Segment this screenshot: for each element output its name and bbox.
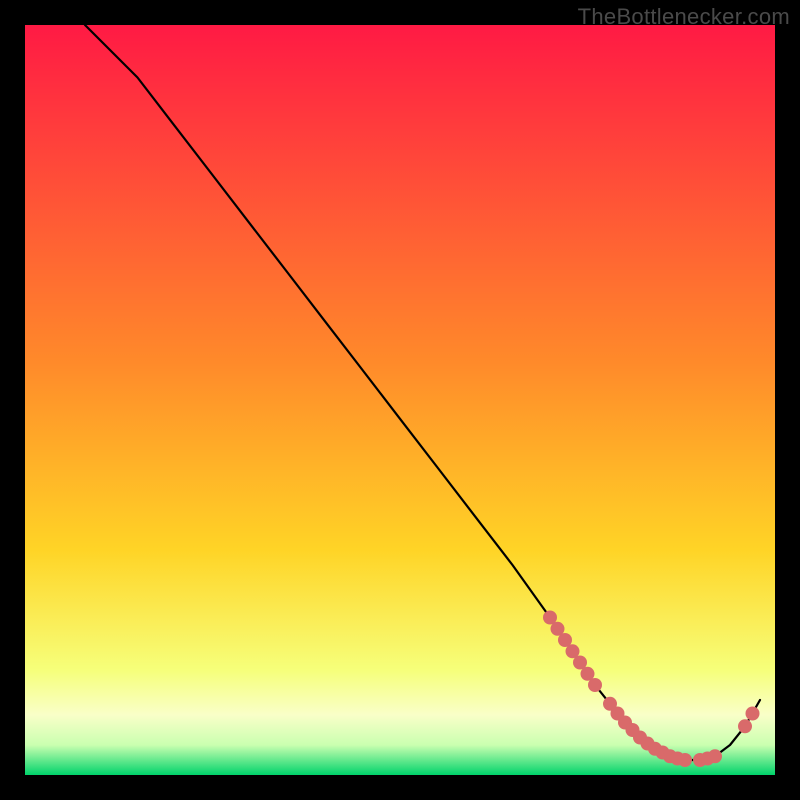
highlight-dot — [588, 678, 602, 692]
bottleneck-chart — [0, 0, 800, 800]
watermark-text: TheBottlenecker.com — [578, 4, 790, 30]
highlight-dot — [678, 753, 692, 767]
highlight-dot — [708, 749, 722, 763]
highlight-dot — [746, 707, 760, 721]
chart-container: TheBottlenecker.com — [0, 0, 800, 800]
highlight-dot — [738, 719, 752, 733]
plot-background — [25, 25, 775, 775]
